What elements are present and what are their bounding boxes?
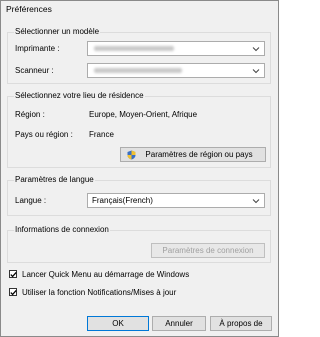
language-select-value: Français(French) bbox=[92, 196, 153, 205]
checkmark-icon bbox=[10, 289, 17, 296]
use-notifications-label: Utiliser la fonction Notifications/Mises… bbox=[22, 288, 177, 297]
region-label: Région : bbox=[15, 110, 45, 119]
residence-group: Sélectionnez votre lieu de résidence Rég… bbox=[7, 91, 271, 168]
ok-button[interactable]: OK bbox=[87, 316, 149, 331]
language-group: Paramètres de langue Langue : Français(F… bbox=[7, 175, 271, 216]
connection-group: Informations de connexion Paramètres de … bbox=[7, 225, 271, 263]
language-group-legend: Paramètres de langue bbox=[14, 175, 95, 184]
residence-group-legend: Sélectionnez votre lieu de résidence bbox=[14, 91, 145, 100]
scanner-value-redacted bbox=[94, 68, 182, 73]
model-group-legend: Sélectionner un modèle bbox=[14, 27, 101, 36]
chevron-down-icon bbox=[252, 199, 260, 204]
country-label: Pays ou région : bbox=[15, 130, 73, 139]
language-label: Langue : bbox=[15, 196, 47, 205]
connection-group-legend: Informations de connexion bbox=[14, 225, 110, 234]
checkmark-icon bbox=[10, 271, 17, 278]
cancel-button[interactable]: Annuler bbox=[152, 316, 206, 331]
about-button[interactable]: À propos de bbox=[210, 316, 272, 331]
launch-quick-menu-checkbox[interactable] bbox=[9, 270, 17, 278]
shield-icon bbox=[127, 150, 136, 160]
country-value: France bbox=[89, 130, 114, 139]
connection-settings-button[interactable]: Paramètres de connexion bbox=[151, 243, 265, 258]
printer-label: Imprimante : bbox=[15, 44, 60, 53]
printer-value-redacted bbox=[94, 46, 174, 51]
language-select[interactable]: Français(French) bbox=[87, 193, 265, 208]
chevron-down-icon bbox=[252, 47, 260, 52]
model-group: Sélectionner un modèle Imprimante : Scan… bbox=[7, 27, 271, 84]
window-title: Préférences bbox=[6, 4, 52, 14]
launch-quick-menu-label: Lancer Quick Menu au démarrage de Window… bbox=[22, 270, 190, 279]
printer-select[interactable] bbox=[87, 41, 265, 56]
preferences-dialog: Préférences Sélectionner un modèle Impri… bbox=[0, 0, 279, 337]
scanner-select[interactable] bbox=[87, 63, 265, 78]
region-settings-button[interactable]: Paramètres de région ou pays bbox=[120, 147, 266, 162]
scanner-label: Scanneur : bbox=[15, 66, 54, 75]
region-value: Europe, Moyen-Orient, Afrique bbox=[89, 110, 198, 119]
chevron-down-icon bbox=[252, 69, 260, 74]
use-notifications-checkbox[interactable] bbox=[9, 288, 17, 296]
region-settings-button-label: Paramètres de région ou pays bbox=[145, 150, 253, 159]
